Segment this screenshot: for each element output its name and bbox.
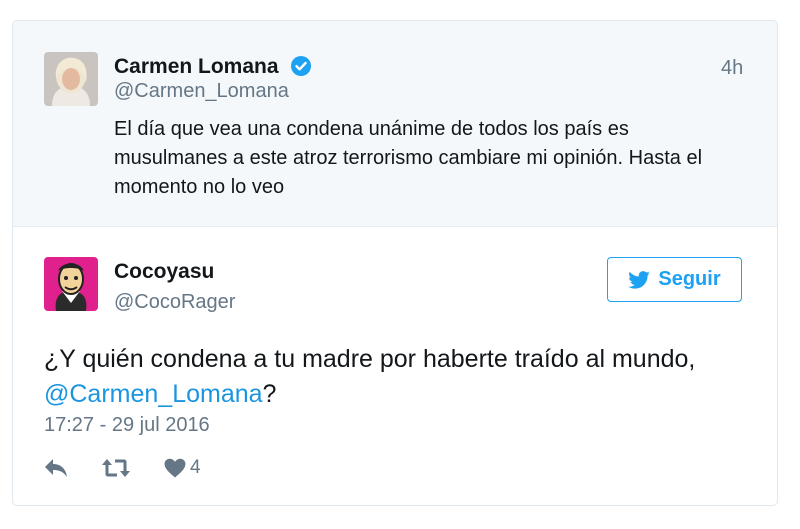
author-handle[interactable]: @CocoRager xyxy=(114,291,235,314)
quoted-tweet-text: El día que vea una condena unánime de to… xyxy=(114,118,703,198)
heart-icon xyxy=(164,458,186,478)
follow-label: Seguir xyxy=(658,268,721,290)
tweet-actions: 4 xyxy=(44,455,201,481)
follow-button[interactable]: Seguir xyxy=(607,257,742,302)
tweet-text: ¿Y quién condena a tu madre por haberte … xyxy=(44,342,744,412)
tweet-text-start: ¿Y quién condena a tu madre por haberte … xyxy=(44,345,696,373)
retweet-icon xyxy=(102,459,130,477)
quoted-author-handle[interactable]: @Carmen_Lomana xyxy=(114,80,289,103)
reply-button[interactable] xyxy=(44,458,68,478)
author-name[interactable]: Cocoyasu xyxy=(114,260,214,284)
cocoyasu-avatar[interactable] xyxy=(44,257,98,311)
verified-badge-icon xyxy=(291,56,311,76)
tweet-text-end: ? xyxy=(262,380,277,408)
like-count: 4 xyxy=(190,457,201,478)
tweet-timestamp[interactable]: 17:27 - 29 jul 2016 xyxy=(44,414,210,437)
like-button[interactable]: 4 xyxy=(164,457,201,479)
tweet-card: Carmen Lomana @Carmen_Lomana 4h El día q… xyxy=(12,20,778,506)
retweet-button[interactable] xyxy=(102,458,130,478)
carmen-avatar[interactable] xyxy=(44,52,98,106)
twitter-bird-icon xyxy=(628,270,651,289)
quoted-author-name[interactable]: Carmen Lomana xyxy=(114,55,279,79)
reply-icon xyxy=(45,459,67,477)
quoted-tweet[interactable]: Carmen Lomana @Carmen_Lomana 4h El día q… xyxy=(13,21,777,227)
quoted-timestamp[interactable]: 4h xyxy=(721,57,743,80)
mention-link[interactable]: @Carmen_Lomana xyxy=(44,380,263,408)
